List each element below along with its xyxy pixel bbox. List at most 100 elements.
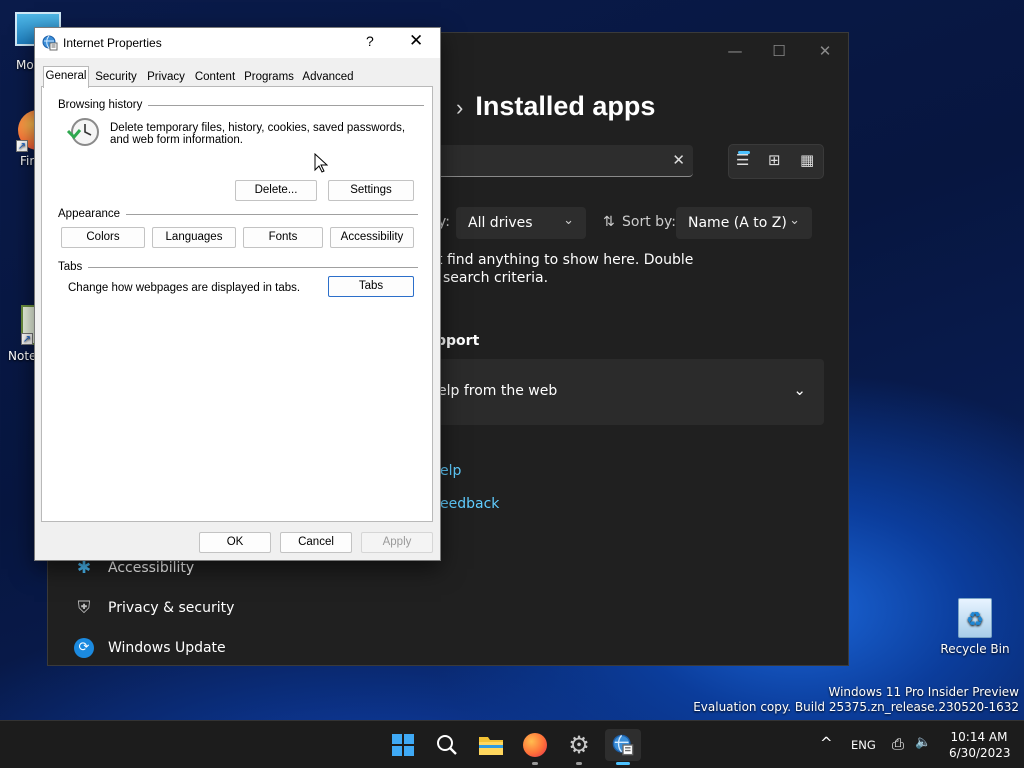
active-indicator [616,762,630,765]
tray-overflow-button[interactable]: ^ [820,734,833,752]
description-line-2: and web form information. [110,134,243,146]
maximize-button[interactable]: ☐ [764,41,794,61]
network-icon[interactable]: ⎙ [892,735,904,753]
clock[interactable]: 10:14 AM 6/30/2023 [949,729,1011,761]
sidebar-item-label: Windows Update [108,640,226,656]
delete-button[interactable]: Delete... [235,180,317,201]
clear-search-icon[interactable]: ✕ [672,151,685,169]
help-button[interactable]: ? [366,33,374,49]
watermark-line-2: Evaluation copy. Build 25375.zn_release.… [693,700,1019,714]
tab-programs[interactable]: Programs [243,68,295,86]
get-help-link[interactable]: elp [440,463,461,479]
view-switcher: ☰ ⊞ ▦ [728,144,824,179]
taskbar-search-button[interactable] [431,729,463,761]
sort-label: Sort by: [622,214,677,230]
accessibility-button[interactable]: Accessibility [330,227,414,248]
tab-general[interactable]: General [43,66,89,88]
running-indicator [576,762,582,765]
desktop-icon-label: Recycle Bin [940,642,1010,656]
sidebar-item-label: Accessibility [108,560,195,576]
firefox-taskbar-button[interactable] [519,729,551,761]
watermark-line-1: Windows 11 Pro Insider Preview [828,685,1019,699]
recycle-bin-icon: ♻ [958,598,992,638]
browsing-history-group-label: Browsing history [58,99,425,111]
cancel-button[interactable]: Cancel [280,532,352,553]
support-section-title: pport [436,333,480,349]
empty-message-line-2: search criteria. [443,270,549,286]
languages-button[interactable]: Languages [152,227,236,248]
shield-icon: ⛨ [77,598,91,618]
chevron-down-icon: ⌄ [789,213,800,228]
description-line-1: Delete temporary files, history, cookies… [110,122,406,134]
clock-date: 6/30/2023 [949,746,1011,760]
browsing-history-description: Delete temporary files, history, cookies… [110,122,405,146]
start-button[interactable] [387,729,419,761]
colors-button[interactable]: Colors [61,227,145,248]
internet-properties-icon [42,35,58,51]
group-label: Tabs [58,261,83,273]
clock-time: 10:14 AM [950,730,1008,744]
active-view-indicator [738,151,750,154]
grid-view-icon[interactable]: ▦ [800,151,814,169]
fonts-button[interactable]: Fonts [243,227,323,248]
general-tab-panel: Browsing history Delete temporary files,… [41,86,433,522]
file-explorer-icon [479,737,503,755]
search-apps-input[interactable]: ✕ [428,145,693,177]
sort-icon: ⇅ [603,214,615,230]
tabs-button[interactable]: Tabs [328,276,414,297]
update-icon: ⟳ [74,638,94,658]
dialog-titlebar[interactable]: Internet Properties ? ✕ [35,28,440,58]
sort-value: Name (A to Z) [688,215,787,231]
internet-properties-dialog: Internet Properties ? ✕ General Security… [34,27,441,561]
filter-value: All drives [468,215,533,231]
tabs-group-label: Tabs [58,261,419,273]
minimize-button[interactable]: — [720,41,750,61]
page-title: › Installed apps [456,91,655,122]
tab-security[interactable]: Security [93,68,139,86]
give-feedback-link[interactable]: eedback [440,496,499,512]
internet-properties-taskbar-button[interactable] [605,729,641,761]
sidebar-item-accessibility[interactable]: ✱ Accessibility [74,558,194,578]
settings-taskbar-button[interactable]: ⚙ [563,729,595,761]
start-icon [392,734,414,756]
tabs-description: Change how webpages are displayed in tab… [68,282,301,294]
sidebar-item-windows-update[interactable]: ⟳ Windows Update [74,638,226,658]
tab-advanced[interactable]: Advanced [301,68,355,86]
sort-dropdown[interactable]: Name (A to Z) ⌄ [676,207,812,239]
filter-drives-dropdown[interactable]: All drives ⌄ [456,207,586,239]
ok-button[interactable]: OK [199,532,271,553]
group-label: Appearance [58,208,121,220]
language-indicator[interactable]: ENG [851,738,876,752]
chevron-down-icon: ⌄ [563,213,574,228]
taskbar: ⚙ ^ ENG ⎙ 🔈 10:14 AM 6/30/2023 [0,720,1024,768]
shortcut-arrow-icon: ↗ [21,333,33,345]
shortcut-arrow-icon: ↗ [16,140,28,152]
settings-icon: ⚙ [568,731,590,759]
running-indicator [532,762,538,765]
internet-properties-icon [612,734,634,756]
apply-button[interactable]: Apply [361,532,433,553]
file-explorer-button[interactable] [475,729,507,761]
dialog-close-button[interactable]: ✕ [409,31,423,51]
tab-privacy[interactable]: Privacy [145,68,187,86]
empty-results-message: t find anything to show here. Double sea… [437,251,693,287]
accessibility-icon: ✱ [76,558,92,578]
page-title-text: Installed apps [475,91,656,121]
sidebar-item-privacy-security[interactable]: ⛨ Privacy & security [74,598,235,618]
evaluation-watermark: Windows 11 Pro Insider Preview Evaluatio… [693,685,1019,715]
desktop-icon-recycle-bin[interactable]: ♻ Recycle Bin [937,598,1013,656]
tiles-view-icon[interactable]: ⊞ [768,151,781,169]
volume-icon[interactable]: 🔈 [915,735,931,750]
close-button[interactable]: ✕ [810,41,840,61]
settings-button[interactable]: Settings [328,180,414,201]
history-clock-icon [66,118,99,146]
dialog-title: Internet Properties [63,36,162,50]
mouse-cursor-icon [314,153,328,173]
help-from-web-card[interactable]: elp from the web ⌄ [428,359,824,425]
firefox-icon [523,733,547,757]
breadcrumb-chevron-icon: › [456,95,464,120]
group-label: Browsing history [58,99,143,111]
empty-message-line-1: t find anything to show here. Double [437,252,694,268]
appearance-group-label: Appearance [58,208,419,220]
tab-content[interactable]: Content [193,68,237,86]
